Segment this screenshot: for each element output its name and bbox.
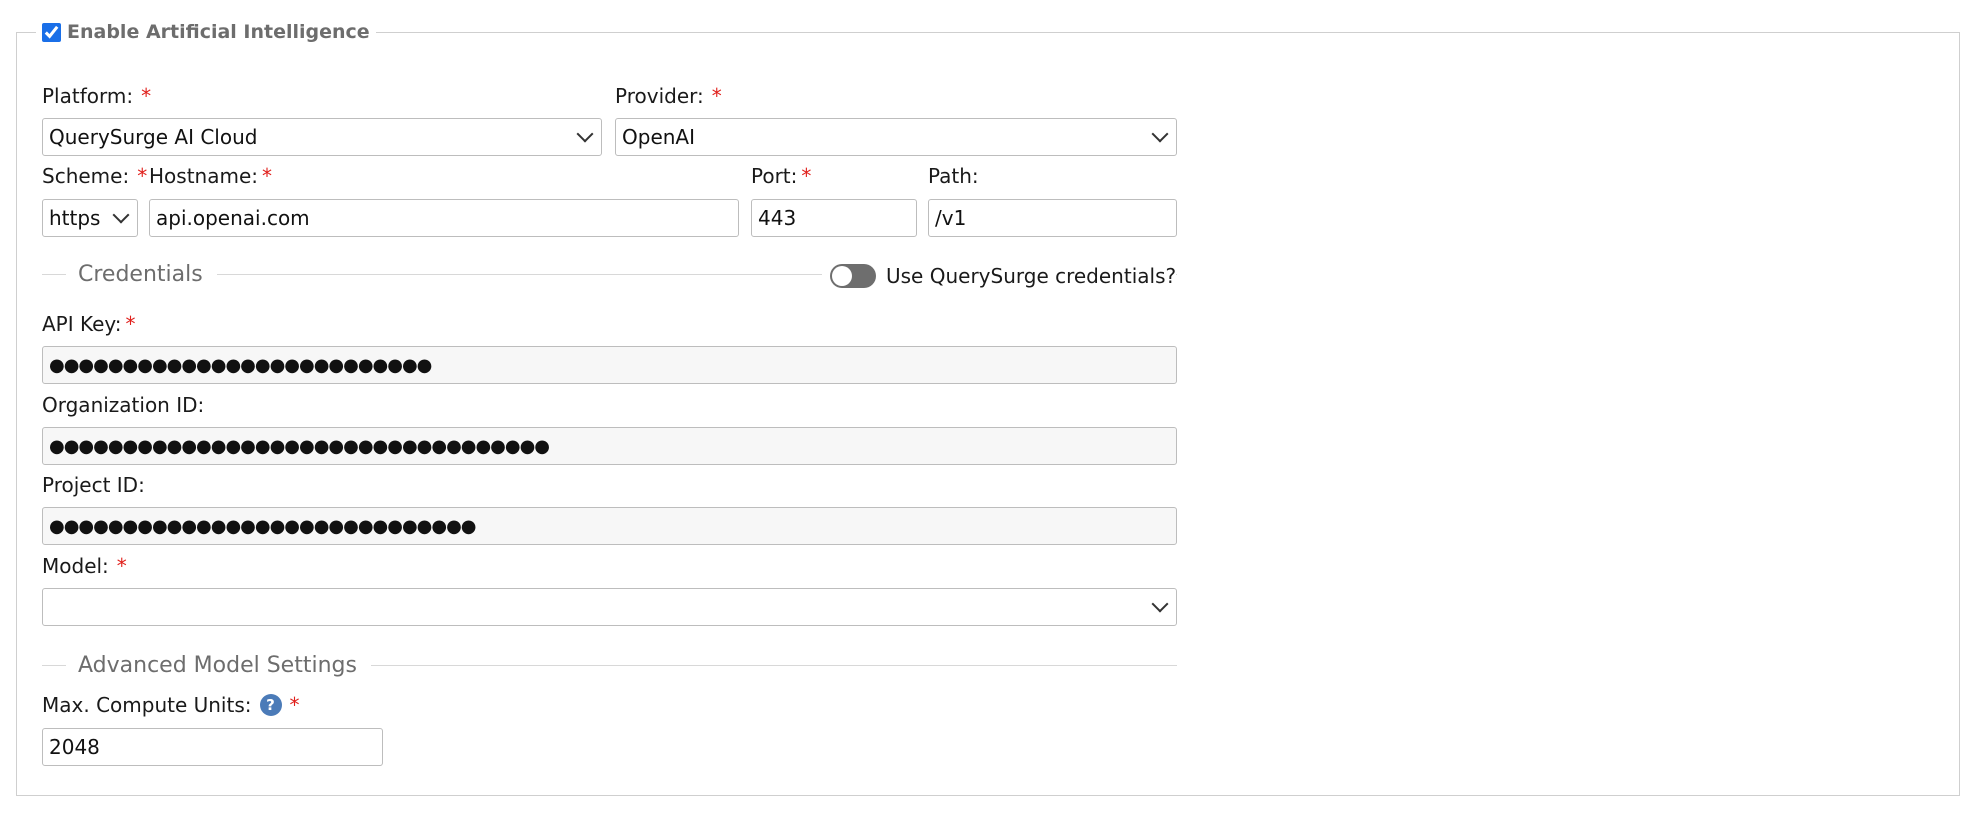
enable-ai-legend[interactable]: Enable Artificial Intelligence [36, 20, 376, 44]
project-id-label: Project ID: [42, 473, 145, 497]
hostname-input[interactable]: api.openai.com [149, 199, 739, 237]
required-marker: * [711, 84, 722, 108]
required-marker: * [289, 693, 300, 717]
required-marker: * [141, 84, 152, 108]
provider-select[interactable]: OpenAI [615, 118, 1177, 156]
credentials-title: Credentials [78, 262, 203, 287]
organization-id-input[interactable]: ●●●●●●●●●●●●●●●●●●●●●●●●●●●●●●●●●● [42, 427, 1177, 465]
scheme-label: Scheme: * [42, 164, 148, 188]
max-compute-units-input[interactable]: 2048 [42, 728, 383, 766]
chevron-down-icon [112, 206, 130, 224]
model-select[interactable] [42, 588, 1177, 626]
enable-ai-label: Enable Artificial Intelligence [67, 21, 370, 43]
model-label: Model: * [42, 554, 127, 578]
hostname-label: Hostname: * [149, 164, 272, 188]
scheme-select[interactable]: https [42, 199, 138, 237]
required-marker: * [801, 164, 812, 188]
use-qs-credentials-label: Use QuerySurge credentials? [886, 264, 1177, 288]
provider-label: Provider: * [615, 84, 722, 108]
chevron-down-icon [576, 125, 594, 143]
enable-ai-checkbox[interactable] [42, 22, 61, 42]
port-input[interactable]: 443 [751, 199, 917, 237]
required-marker: * [125, 312, 136, 336]
use-qs-credentials-toggle[interactable]: Use QuerySurge credentials? [822, 264, 1177, 288]
max-compute-units-label: Max. Compute Units: ? * [42, 693, 300, 717]
required-marker: * [262, 164, 272, 188]
api-key-input[interactable]: ●●●●●●●●●●●●●●●●●●●●●●●●●● [42, 346, 1177, 384]
port-label: Port: * [751, 164, 812, 188]
platform-label: Platform: * [42, 84, 152, 108]
advanced-settings-title: Advanced Model Settings [78, 653, 357, 678]
advanced-settings-section-header: Advanced Model Settings [42, 653, 1177, 678]
required-marker: * [137, 164, 148, 188]
api-key-label: API Key: * [42, 312, 136, 336]
toggle-switch[interactable] [830, 264, 876, 288]
platform-select[interactable]: QuerySurge AI Cloud [42, 118, 602, 156]
chevron-down-icon [1151, 595, 1169, 613]
organization-id-label: Organization ID: [42, 393, 205, 417]
project-id-input[interactable]: ●●●●●●●●●●●●●●●●●●●●●●●●●●●●● [42, 507, 1177, 545]
path-label: Path: [928, 164, 979, 188]
help-icon[interactable]: ? [259, 694, 282, 716]
chevron-down-icon [1151, 125, 1169, 143]
path-input[interactable]: /v1 [928, 199, 1177, 237]
required-marker: * [116, 554, 127, 578]
